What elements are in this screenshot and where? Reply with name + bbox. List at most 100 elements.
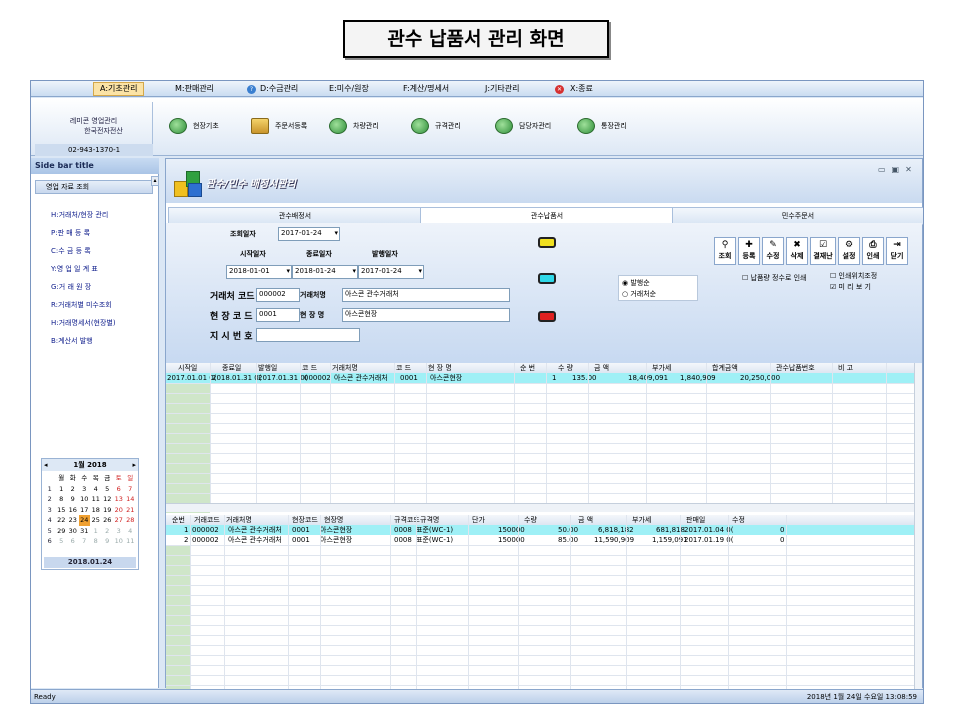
calendar-day[interactable]: 3: [79, 484, 91, 495]
menu-invoice[interactable]: F:계산/명세서: [397, 83, 455, 95]
sidebar-item-statement[interactable]: H:거래명세서(현장별): [51, 318, 116, 328]
window-controls[interactable]: ▭▣✕: [878, 165, 918, 174]
grid1-hscroll[interactable]: [166, 503, 922, 512]
calendar-day[interactable]: 31: [79, 526, 91, 537]
main-vscroll[interactable]: [914, 363, 922, 689]
calendar-grid: 월 화 수 목 금 토 일 1 1 2 3 4 5 6 7 2 8 9 10 11 12 13 14 3 15 16 17 18 19 2…: [44, 473, 136, 547]
edit-button[interactable]: ✎ 수정: [762, 237, 784, 265]
tool-manager[interactable]: 담당자관리: [495, 118, 551, 134]
next-month-icon[interactable]: ▸: [132, 459, 136, 471]
calendar-day[interactable]: 9: [67, 494, 79, 505]
search-button[interactable]: ⚲ 조회: [714, 237, 736, 265]
calendar-day[interactable]: 25: [90, 515, 102, 526]
register-button[interactable]: ✚ 등록: [738, 237, 760, 265]
check-integer-print[interactable]: ☐ 납품량 정수로 인쇄: [742, 273, 807, 283]
inquiry-date-select[interactable]: 2017-01-24: [278, 227, 340, 241]
grid-row-line: [166, 555, 914, 556]
calendar-day[interactable]: 8: [90, 536, 102, 547]
calendar-day[interactable]: 1: [56, 484, 68, 495]
settings-button[interactable]: ⚙ 설정: [838, 237, 860, 265]
end-date-select[interactable]: 2018-01-24: [292, 265, 358, 279]
calendar-day[interactable]: 15: [56, 505, 68, 516]
calendar-day[interactable]: 1: [90, 526, 102, 537]
radio-issue-order[interactable]: ◉ 발행순: [622, 278, 697, 288]
calendar-day[interactable]: 16: [67, 505, 79, 516]
calendar-day[interactable]: 27: [113, 515, 125, 526]
table-row[interactable]: 1 000002 아스콘 관수거래처 0001 아스콘현장 0008 표준(WC…: [166, 525, 922, 535]
table-row[interactable]: 2017.01.01 0( 2018.01.31 0( 2017.01.31 0…: [166, 373, 922, 383]
tool-vehicle[interactable]: 차량관리: [329, 118, 379, 134]
calendar-day[interactable]: 20: [113, 505, 125, 516]
calendar-day[interactable]: 23: [67, 515, 79, 526]
calendar-day[interactable]: 28: [125, 515, 137, 526]
calendar-day[interactable]: 26: [102, 515, 114, 526]
order-no-input[interactable]: [256, 328, 360, 342]
calendar-day[interactable]: 9: [102, 536, 114, 547]
sidebar-item-tax-invoice[interactable]: B:계산서 발행: [51, 336, 93, 346]
approval-button[interactable]: ☑ 결재난: [810, 237, 836, 265]
calendar-day[interactable]: 4: [90, 484, 102, 495]
sidebar-item-receivable[interactable]: R:거래처별 미수조회: [51, 300, 112, 310]
sidebar-item-sales[interactable]: P:판 매 등 록: [51, 228, 90, 238]
sidebar-item-ledger[interactable]: G:거 래 원 장: [51, 282, 91, 292]
calendar-day[interactable]: 24: [78, 515, 90, 526]
calendar-day[interactable]: 19: [102, 505, 114, 516]
calendar-day[interactable]: 14: [125, 494, 137, 505]
calendar-day[interactable]: 8: [56, 494, 68, 505]
calendar-day[interactable]: 29: [56, 526, 68, 537]
menu-etc[interactable]: J:기타관리: [479, 83, 526, 95]
calendar-today[interactable]: 2018.01.24: [44, 557, 136, 568]
calendar-day[interactable]: 5: [56, 536, 68, 547]
calendar-day[interactable]: 6: [113, 484, 125, 495]
close-button[interactable]: ⇥ 닫기: [886, 237, 908, 265]
check-print-position[interactable]: ☐ 인쇄위치조정: [830, 271, 877, 281]
calendar-day[interactable]: 12: [102, 494, 114, 505]
edit-icon: ✎: [769, 240, 777, 250]
calendar-day[interactable]: 7: [79, 536, 91, 547]
sidebar-scroll-up[interactable]: ▴: [151, 176, 159, 186]
table-row[interactable]: 2 000002 아스콘 관수거래처 0001 아스콘현장 0008 표준(WC…: [166, 535, 922, 545]
calendar-day[interactable]: 18: [90, 505, 102, 516]
calendar-day[interactable]: 4: [125, 526, 137, 537]
issue-date-select[interactable]: 2017-01-24: [358, 265, 424, 279]
client-code-label: 거래처 코드: [210, 292, 255, 302]
calendar-day[interactable]: 10: [79, 494, 91, 505]
prev-month-icon[interactable]: ◂: [44, 459, 48, 471]
calendar-day[interactable]: 3: [113, 526, 125, 537]
sidebar-group[interactable]: 영업 자료 조회: [35, 180, 153, 194]
site-code-input[interactable]: 0001: [256, 308, 300, 322]
calendar-day[interactable]: 13: [113, 494, 125, 505]
site-name-input[interactable]: 아스콘현장: [342, 308, 510, 322]
menu-exit[interactable]: ✕ X:종료: [549, 83, 599, 95]
menu-sales[interactable]: M:판매관리: [169, 83, 220, 95]
tool-spec[interactable]: 규격관리: [411, 118, 461, 134]
calendar-day[interactable]: 7: [125, 484, 137, 495]
calendar-day[interactable]: 10: [113, 536, 125, 547]
calendar-day[interactable]: 11: [90, 494, 102, 505]
calendar-day[interactable]: 2: [102, 526, 114, 537]
sidebar-item-client[interactable]: H:거래처/현장 관리: [51, 210, 108, 220]
delete-button[interactable]: ✖ 삭제: [786, 237, 808, 265]
calendar-day[interactable]: 2: [67, 484, 79, 495]
calendar-day[interactable]: 11: [125, 536, 137, 547]
menu-collection[interactable]: ? D:수금관리: [241, 83, 304, 95]
calendar-day[interactable]: 30: [67, 526, 79, 537]
menu-receivable[interactable]: E:미수/원장: [323, 83, 375, 95]
calendar-day[interactable]: 22: [56, 515, 68, 526]
sidebar-item-collection[interactable]: C:수 금 등 록: [51, 246, 91, 256]
sidebar-item-daily[interactable]: Y:영 업 일 계 표: [51, 264, 98, 274]
tool-account[interactable]: 통장관리: [577, 118, 627, 134]
start-date-select[interactable]: 2018-01-01: [226, 265, 292, 279]
client-name-input[interactable]: 아스콘 관수거래처: [342, 288, 510, 302]
print-button[interactable]: ⎙ 인쇄: [862, 237, 884, 265]
tool-order-register[interactable]: 주문서등록: [251, 118, 307, 134]
calendar-day[interactable]: 21: [125, 505, 137, 516]
menu-basic[interactable]: A:기초관리: [93, 82, 145, 96]
calendar-day[interactable]: 6: [67, 536, 79, 547]
radio-client-order[interactable]: ○ 거래처순: [622, 289, 697, 299]
client-code-input[interactable]: 000002: [256, 288, 300, 302]
calendar-day[interactable]: 17: [79, 505, 91, 516]
calendar-day[interactable]: 5: [102, 484, 114, 495]
check-preview[interactable]: ☑ 미 리 보 기: [830, 282, 871, 292]
tool-site-basic[interactable]: 현장기초: [169, 118, 219, 134]
